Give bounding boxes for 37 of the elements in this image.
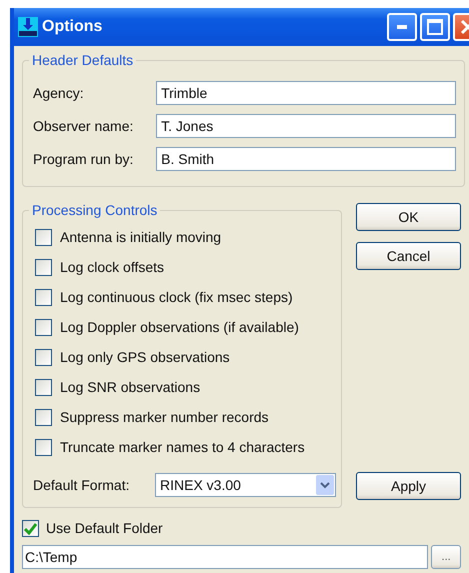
minimize-icon [397, 25, 407, 29]
checkbox[interactable] [22, 520, 39, 537]
maximize-button[interactable] [420, 13, 450, 41]
checkbox[interactable] [35, 349, 52, 366]
checkbox-label: Use Default Folder [46, 519, 163, 538]
checkbox-label: Log Doppler observations (if available) [60, 318, 299, 337]
checkbox-label: Truncate marker names to 4 characters [60, 438, 305, 457]
checkbox[interactable] [35, 289, 52, 306]
maximize-icon [427, 19, 443, 35]
checkbox-label: Log continuous clock (fix msec steps) [60, 288, 293, 307]
minimize-button[interactable] [387, 13, 417, 41]
checkbox-label: Suppress marker number records [60, 408, 269, 427]
window-title: Options [42, 17, 102, 37]
ok-button[interactable]: OK [356, 203, 461, 231]
checkbox[interactable] [35, 319, 52, 336]
input-field[interactable]: T. Jones [156, 114, 456, 138]
format-dropdown[interactable]: RINEX v3.00 [155, 473, 336, 497]
folder-path-field[interactable]: C:\Temp [22, 545, 428, 569]
checkbox[interactable] [35, 379, 52, 396]
checkbox[interactable] [35, 229, 52, 246]
checkbox-label: Log only GPS observations [60, 348, 230, 367]
input-field[interactable]: B. Smith [156, 147, 456, 171]
field-label: Program run by: [33, 150, 134, 169]
checkbox-label: Antenna is initially moving [60, 228, 222, 247]
checkbox[interactable] [35, 259, 52, 276]
checkbox[interactable] [35, 409, 52, 426]
checkbox-label: Log clock offsets [60, 258, 164, 277]
field-label: Observer name: [33, 116, 134, 136]
field-label: Agency: [33, 84, 85, 103]
app-icon [18, 17, 38, 37]
cancel-button[interactable]: Cancel [356, 242, 461, 270]
checkbox[interactable] [35, 439, 52, 456]
field-label: Default Format: [33, 476, 130, 494]
input-field[interactable]: Trimble [156, 81, 456, 105]
browse-button[interactable]: ... [431, 545, 461, 569]
checkbox-label: Log SNR observations [60, 378, 200, 397]
apply-button[interactable]: Apply [356, 472, 461, 500]
